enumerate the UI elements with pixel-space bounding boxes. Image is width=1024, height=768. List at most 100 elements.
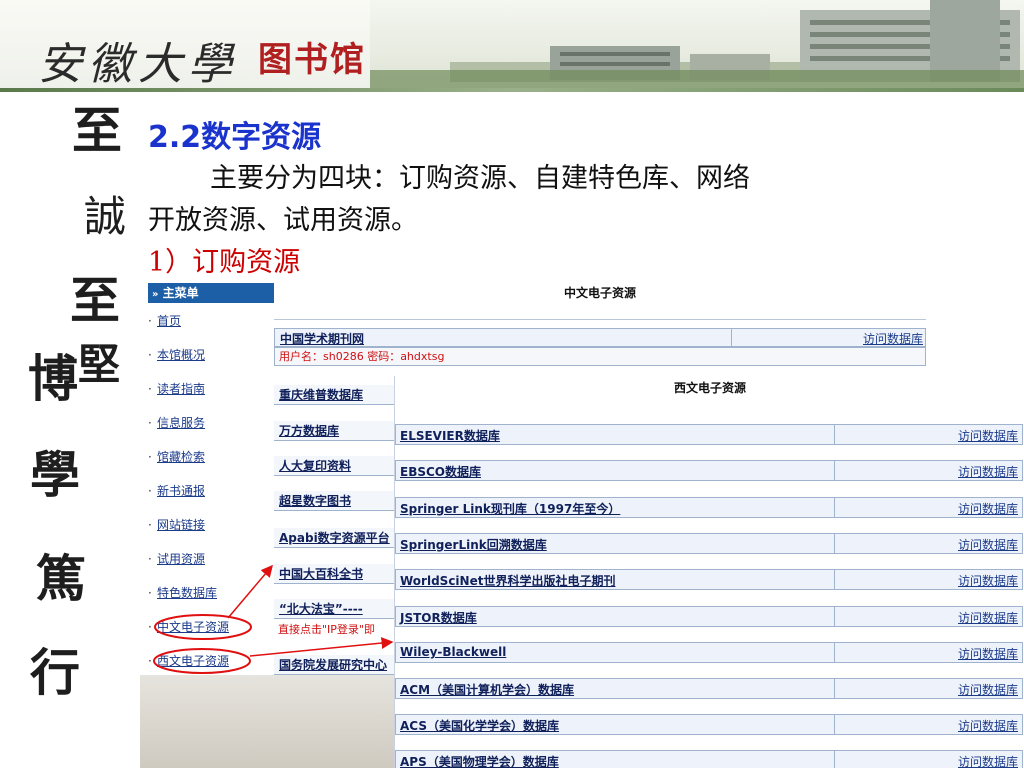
database-row: 国务院发展研究中心 <box>274 655 394 675</box>
visit-database-link[interactable]: 访问数据库 <box>958 645 1018 662</box>
database-row: 人大复印资料 <box>274 456 394 476</box>
banner-divider <box>0 88 1024 92</box>
database-row: ELSEVIER数据库 访问数据库 <box>395 424 1023 445</box>
database-row: SpringerLink回溯数据库 访问数据库 <box>395 533 1023 554</box>
divider <box>834 751 835 768</box>
menu-item-about[interactable]: · 本馆概况 <box>148 345 272 365</box>
visit-database-link[interactable]: 访问数据库 <box>958 427 1018 444</box>
motto-char: 篤 <box>36 549 86 608</box>
visit-database-link[interactable]: 访问数据库 <box>958 500 1018 517</box>
divider <box>731 329 732 346</box>
library-name: 图书馆 <box>258 40 366 80</box>
university-name: 安徽大學 <box>38 39 238 90</box>
menu-item-special-db[interactable]: · 特色数据库 <box>148 583 272 603</box>
motto-char: 至 <box>70 271 120 330</box>
menu-item-catalog[interactable]: · 馆藏检索 <box>148 447 272 467</box>
menu-header-label: 主菜单 <box>162 286 199 300</box>
database-link[interactable]: SpringerLink回溯数据库 <box>400 536 547 553</box>
background-photo <box>140 675 394 768</box>
database-row: APS（美国物理学会）数据库 访问数据库 <box>395 750 1023 768</box>
database-link[interactable]: 国务院发展研究中心 <box>279 656 393 673</box>
database-link[interactable]: ACS（美国化学学会）数据库 <box>400 717 559 734</box>
intro-line: 开放资源、试用资源。 <box>148 205 418 236</box>
database-link[interactable]: EBSCO数据库 <box>400 463 481 480</box>
divider <box>834 534 835 553</box>
visit-database-link[interactable]: 访问数据库 <box>958 753 1018 768</box>
database-link[interactable]: APS（美国物理学会）数据库 <box>400 753 559 768</box>
visit-database-link[interactable]: 访问数据库 <box>958 681 1018 698</box>
menu-item-links[interactable]: · 网站链接 <box>148 515 272 535</box>
menu-item-western-resources[interactable]: · 西文电子资源 <box>148 651 272 671</box>
database-row: Wiley-Blackwell 访问数据库 <box>395 642 1023 663</box>
divider <box>274 319 926 320</box>
menu-item-trial[interactable]: · 试用资源 <box>148 549 272 569</box>
divider <box>834 425 835 444</box>
database-row: 超星数字图书 <box>274 491 394 511</box>
motto-char: 誠 <box>84 192 127 241</box>
database-link[interactable]: ELSEVIER数据库 <box>400 427 500 444</box>
credentials-note: 用户名：sh0286 密码：ahdxtsg <box>274 347 926 366</box>
ip-login-note: 直接点击"IP登录"即 <box>278 623 375 636</box>
visit-database-link[interactable]: 访问数据库 <box>863 330 923 347</box>
database-link[interactable]: 中国学术期刊网 <box>280 330 364 347</box>
database-link[interactable]: 超星数字图书 <box>279 492 351 509</box>
menu-item-info-service[interactable]: · 信息服务 <box>148 413 272 433</box>
database-link[interactable]: Springer Link现刊库（1997年至今） <box>400 500 620 517</box>
database-row: 万方数据库 <box>274 421 394 441</box>
database-row: ACM（美国计算机学会）数据库 访问数据库 <box>395 678 1023 699</box>
database-row: EBSCO数据库 访问数据库 <box>395 460 1023 481</box>
divider <box>834 498 835 517</box>
section-subtitle: 1）订购资源 <box>148 247 301 278</box>
visit-database-link[interactable]: 访问数据库 <box>958 463 1018 480</box>
visit-database-link[interactable]: 访问数据库 <box>958 536 1018 553</box>
main-menu: » 主菜单 · 首页 · 本馆概况 · 读者指南 · 信息服务 · 馆藏检索 · 新书通报 … <box>148 283 274 675</box>
motto-column: 至 誠 至 博 堅 學 篤 行 <box>0 92 140 768</box>
database-link[interactable]: Wiley-Blackwell <box>400 645 506 659</box>
motto-char: 堅 <box>78 340 121 389</box>
database-row: Apabi数字资源平台 <box>274 528 394 548</box>
menu-item-chinese-resources[interactable]: · 中文电子资源 <box>148 617 272 637</box>
double-arrow-icon: » <box>152 289 159 300</box>
campus-photo <box>370 0 1024 88</box>
panel-title: 中文电子资源 <box>563 286 636 300</box>
visit-database-link[interactable]: 访问数据库 <box>958 717 1018 734</box>
database-row: Springer Link现刊库（1997年至今） 访问数据库 <box>395 497 1023 518</box>
database-link[interactable]: ACM（美国计算机学会）数据库 <box>400 681 574 698</box>
banner: 安徽大學 图书馆 <box>0 0 1024 92</box>
database-link[interactable]: 中国大百科全书 <box>279 565 363 582</box>
divider <box>834 679 835 698</box>
motto-char: 學 <box>30 445 80 504</box>
database-row: “北大法宝”---- <box>274 599 394 619</box>
database-link[interactable]: 万方数据库 <box>279 422 339 439</box>
menu-item-new-books[interactable]: · 新书通报 <box>148 481 272 501</box>
database-row: JSTOR数据库 访问数据库 <box>395 606 1023 627</box>
database-link[interactable]: 人大复印资料 <box>279 457 351 474</box>
database-row: ACS（美国化学学会）数据库 访问数据库 <box>395 714 1023 735</box>
slide-title: 2.2数字资源 <box>148 120 322 155</box>
divider <box>834 643 835 662</box>
database-link[interactable]: JSTOR数据库 <box>400 609 477 626</box>
divider <box>834 607 835 626</box>
motto-char: 行 <box>30 643 80 702</box>
intro-paragraph: 主要分为四块：订购资源、自建特色库、网络 开放资源、试用资源。 <box>148 158 908 242</box>
visit-database-link[interactable]: 访问数据库 <box>958 609 1018 626</box>
divider <box>834 715 835 734</box>
database-link[interactable]: Apabi数字资源平台 <box>279 529 393 546</box>
menu-header: » 主菜单 <box>148 283 274 303</box>
menu-item-guide[interactable]: · 读者指南 <box>148 379 272 399</box>
motto-char: 至 <box>72 101 122 160</box>
visit-database-link[interactable]: 访问数据库 <box>958 572 1018 589</box>
database-row: 中国学术期刊网 访问数据库 <box>274 328 926 347</box>
divider <box>834 461 835 480</box>
database-link[interactable]: “北大法宝”---- <box>279 600 363 617</box>
database-row: 重庆维普数据库 <box>274 385 394 405</box>
western-resources-panel: 西文电子资源 ELSEVIER数据库 访问数据库 EBSCO数据库 访问数据库 Sp… <box>394 376 1024 768</box>
menu-item-home[interactable]: · 首页 <box>148 311 272 331</box>
motto-char: 博 <box>28 349 78 408</box>
divider <box>834 570 835 589</box>
database-row: 中国大百科全书 <box>274 564 394 584</box>
database-link[interactable]: 重庆维普数据库 <box>279 386 363 403</box>
intro-line: 主要分为四块：订购资源、自建特色库、网络 <box>210 163 750 194</box>
panel-title: 西文电子资源 <box>673 381 746 395</box>
database-link[interactable]: WorldSciNet世界科学出版社电子期刊 <box>400 572 615 589</box>
